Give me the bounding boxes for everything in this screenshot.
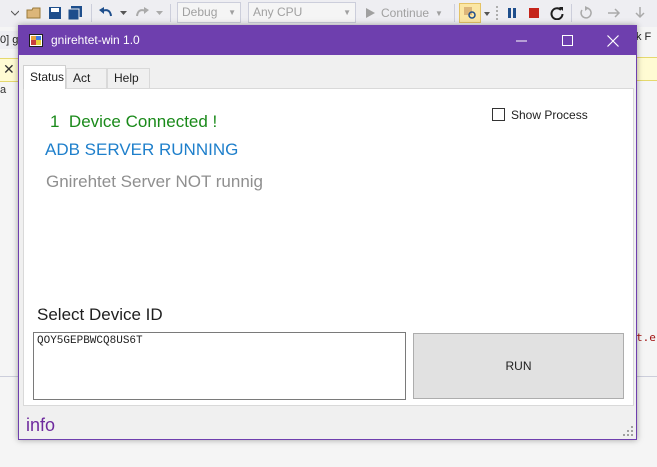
- restart-icon[interactable]: [547, 3, 567, 23]
- open-folder-icon[interactable]: [24, 3, 44, 23]
- undo-dropdown-icon[interactable]: [118, 3, 128, 23]
- app-window: gnirehtet-win 1.0 Status Act Help 1 Devi…: [18, 25, 637, 440]
- save-all-icon[interactable]: [66, 3, 86, 23]
- device-id-field[interactable]: QOY5GEPBWCQ8US6T: [33, 332, 406, 400]
- undo-icon[interactable]: [96, 3, 116, 23]
- pause-icon[interactable]: [503, 3, 521, 23]
- redo-dropdown-icon[interactable]: [154, 3, 164, 23]
- window-title: gnirehtet-win 1.0: [51, 33, 140, 47]
- chevron-down-icon: ▼: [435, 8, 443, 18]
- show-next-statement-icon[interactable]: [576, 3, 596, 23]
- title-bar[interactable]: gnirehtet-win 1.0: [19, 26, 636, 55]
- ide-left-notification: ✕: [0, 58, 19, 82]
- step-into-icon[interactable]: [630, 3, 650, 23]
- device-connected-text: Device Connected !: [68, 112, 218, 131]
- tab-act[interactable]: Act: [66, 68, 107, 89]
- info-label: info: [26, 415, 56, 435]
- platform-value: Any CPU: [253, 5, 303, 19]
- ide-toolbar: Debug ▼ Any CPU ▼ Continue ▼: [0, 0, 657, 27]
- adb-server-status: ADB SERVER RUNNING: [45, 140, 239, 159]
- step-over-icon[interactable]: [604, 3, 624, 23]
- continue-button[interactable]: Continue ▼: [364, 3, 452, 23]
- tab-status[interactable]: Status: [23, 65, 66, 89]
- ide-code-fragment: t.e: [636, 331, 656, 344]
- tab-help[interactable]: Help: [107, 68, 150, 89]
- select-device-label: Select Device ID: [37, 305, 163, 324]
- platform-dropdown[interactable]: Any CPU ▼: [248, 2, 356, 23]
- ide-left-tab[interactable]: 0] g: [0, 31, 19, 49]
- play-icon: [366, 8, 375, 18]
- minimize-button[interactable]: [498, 26, 544, 55]
- app-icon: [29, 34, 43, 47]
- debug-config-dropdown[interactable]: Debug ▼: [177, 2, 241, 23]
- find-process-icon[interactable]: [459, 3, 481, 23]
- ide-right-tab[interactable]: k F: [636, 31, 657, 43]
- overflow-icon[interactable]: [483, 3, 491, 23]
- continue-label: Continue: [381, 6, 430, 20]
- close-icon[interactable]: ✕: [3, 61, 15, 78]
- status-panel: 1 Device Connected ! ADB SERVER RUNNING …: [23, 88, 634, 406]
- minimize-icon: [515, 40, 527, 42]
- show-process-checkbox[interactable]: [492, 108, 505, 121]
- redo-icon[interactable]: [132, 3, 152, 23]
- ide-right-panel: [636, 27, 657, 467]
- gnirehtet-server-status: Gnirehtet Server NOT runnig: [46, 172, 263, 191]
- chevron-down-icon: ▼: [228, 8, 236, 17]
- debug-config-value: Debug: [182, 5, 218, 19]
- ide-left-fragment: a: [0, 84, 7, 96]
- run-button[interactable]: RUN: [413, 333, 624, 399]
- device-connected-status: 1 Device Connected !: [50, 112, 217, 132]
- close-button[interactable]: [590, 26, 636, 55]
- ide-bottom-panel: [0, 440, 657, 467]
- stop-icon[interactable]: [525, 3, 543, 23]
- ide-right-notification: [636, 57, 657, 81]
- resize-grip-icon[interactable]: [622, 425, 634, 437]
- close-icon: [607, 34, 619, 47]
- maximize-icon: [561, 35, 573, 46]
- device-count: 1: [50, 112, 60, 131]
- gripper-icon: [493, 3, 501, 23]
- save-icon[interactable]: [46, 3, 64, 23]
- dropdown-arrow-icon[interactable]: [8, 3, 22, 23]
- chevron-down-icon: ▼: [343, 8, 351, 17]
- show-process-label[interactable]: Show Process: [511, 108, 588, 122]
- maximize-button[interactable]: [544, 26, 590, 55]
